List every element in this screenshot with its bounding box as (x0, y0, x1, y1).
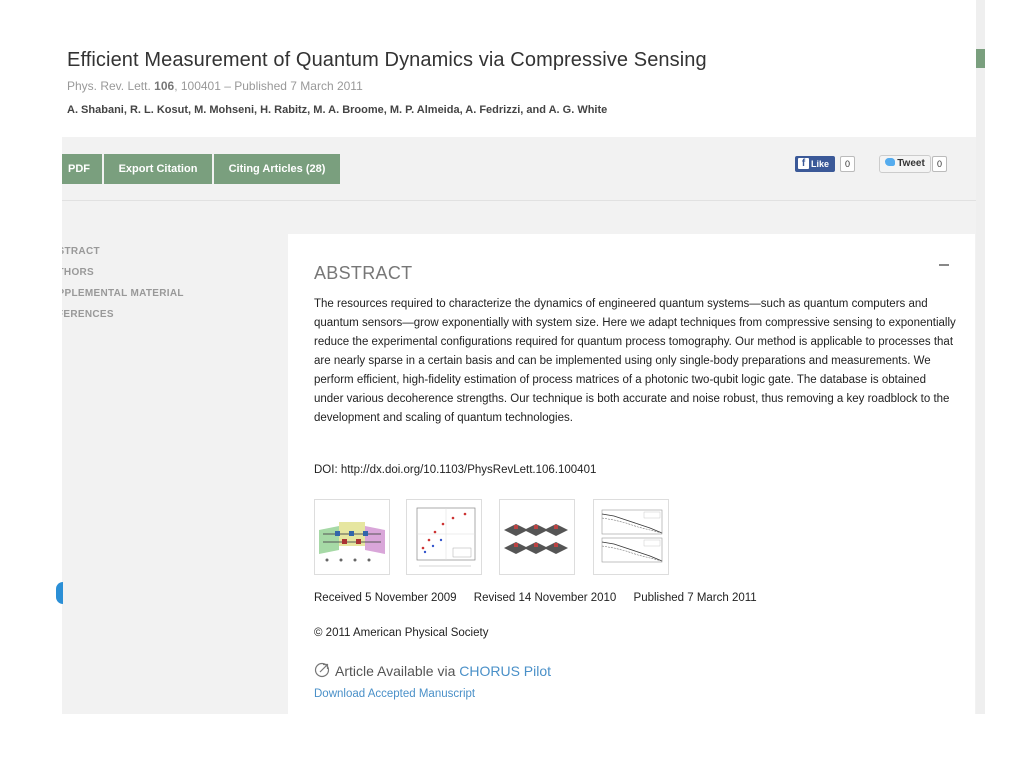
article-header: Efficient Measurement of Quantum Dynamic… (62, 0, 976, 137)
facebook-like-label: Like (811, 159, 830, 169)
scrollbar-thumb[interactable] (976, 49, 985, 68)
chorus-pilot-link[interactable]: CHORUS Pilot (459, 663, 551, 679)
tweet-button[interactable]: Tweet (879, 155, 931, 173)
chorus-availability: Article Available via CHORUS Pilot (314, 662, 551, 679)
citation-details: , 100401 – Published 7 March 2011 (174, 79, 363, 93)
bar-matrices-icon (504, 524, 568, 554)
chorus-prefix: Article Available via (335, 663, 460, 679)
journal-name[interactable]: Phys. Rev. Lett. (67, 79, 151, 93)
like-count: 0 (840, 156, 856, 172)
figure-1-thumbnail[interactable] (314, 499, 390, 575)
tweet-count: 0 (932, 156, 948, 172)
social-share-bar: f Like 0 Tweet 0 (62, 155, 976, 175)
facebook-icon: f (798, 158, 809, 169)
optical-setup-diagram-icon (319, 522, 385, 562)
download-manuscript-link[interactable]: Download Accepted Manuscript (314, 688, 475, 700)
published-date: Published 7 March 2011 (633, 592, 757, 604)
nav-item-abstract[interactable]: BSTRACT (62, 246, 184, 267)
collapse-icon[interactable] (939, 264, 949, 266)
abstract-card: ABSTRACT The resources required to chara… (288, 234, 975, 714)
scrollbar[interactable] (976, 0, 985, 714)
figure-3-thumbnail[interactable] (499, 499, 575, 575)
doi-link[interactable]: DOI: http://dx.doi.org/10.1103/PhysRevLe… (314, 464, 596, 476)
journal-volume: 106 (154, 79, 175, 93)
authors-list[interactable]: A. Shabani, R. L. Kosut, M. Mohseni, H. … (67, 104, 607, 116)
feedback-tab-icon[interactable] (56, 582, 63, 604)
twitter-bird-icon (885, 158, 896, 166)
facebook-like-button[interactable]: f Like (795, 156, 835, 172)
figure-4-thumbnail[interactable] (593, 499, 669, 575)
scatter-plot-icon (416, 507, 476, 567)
external-link-icon (314, 662, 330, 678)
figure-2-thumbnail[interactable] (406, 499, 482, 575)
copyright-notice: © 2011 American Physical Society (314, 627, 489, 639)
received-date: Received 5 November 2009 (314, 592, 457, 604)
revised-date: Revised 14 November 2010 (473, 592, 617, 604)
abstract-heading: ABSTRACT (314, 263, 413, 283)
section-nav: BSTRACT UTHORS UPPLEMENTAL MATERIAL EFER… (62, 246, 184, 330)
nav-item-supplemental[interactable]: UPPLEMENTAL MATERIAL (62, 288, 184, 309)
tweet-label: Tweet (897, 158, 925, 169)
article-title: Efficient Measurement of Quantum Dynamic… (67, 49, 707, 71)
line-plots-icon (601, 509, 663, 563)
journal-citation: Phys. Rev. Lett. 106, 100401 – Published… (67, 79, 363, 93)
article-page: Efficient Measurement of Quantum Dynamic… (62, 0, 976, 714)
section-divider (62, 200, 976, 201)
abstract-text: The resources required to characterize t… (314, 298, 956, 424)
nav-item-references[interactable]: EFERENCES (62, 309, 184, 330)
publication-dates: Received 5 November 2009 Revised 14 Nove… (314, 592, 771, 604)
nav-item-authors[interactable]: UTHORS (62, 267, 184, 288)
